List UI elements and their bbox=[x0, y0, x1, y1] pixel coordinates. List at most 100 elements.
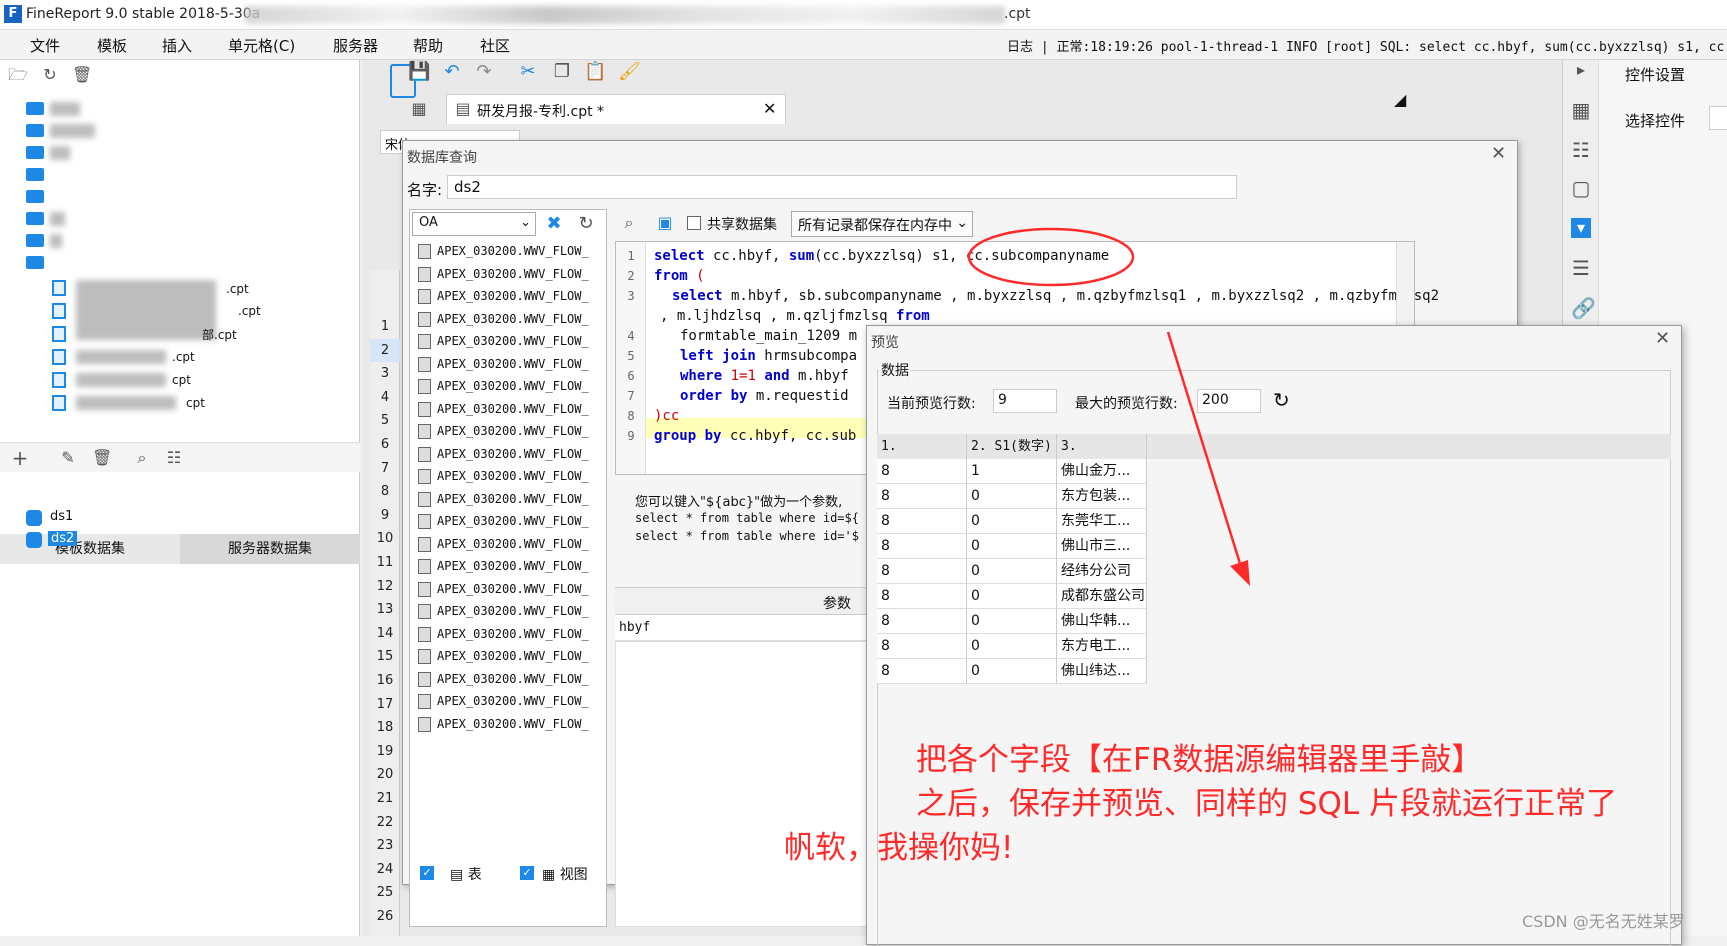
db-table-item[interactable]: APEX_030200.WWV_FLOW_ bbox=[418, 645, 604, 667]
add-dataset-icon[interactable]: + bbox=[10, 448, 30, 468]
row-number[interactable]: 5 bbox=[370, 409, 400, 432]
db-table-item[interactable]: APEX_030200.WWV_FLOW_ bbox=[418, 443, 604, 465]
row-number[interactable]: 26 bbox=[370, 905, 400, 928]
row-number[interactable]: 23 bbox=[370, 834, 400, 857]
dropdown-arrow-icon[interactable]: ◢ bbox=[1394, 90, 1406, 109]
folder-icon[interactable] bbox=[26, 190, 44, 203]
close-tab-icon[interactable]: ✕ bbox=[763, 99, 776, 118]
float-element-icon[interactable]: ▢ bbox=[1571, 178, 1591, 198]
menu-server[interactable]: 服务器 bbox=[333, 35, 378, 56]
file-icon[interactable] bbox=[52, 303, 66, 319]
tab-server-dataset[interactable]: 服务器数据集 bbox=[180, 534, 360, 564]
connection-select[interactable]: OA ⌄ bbox=[412, 212, 536, 236]
cut-icon[interactable]: ✂ bbox=[518, 62, 538, 82]
row-number[interactable]: 21 bbox=[370, 787, 400, 810]
share-checkbox[interactable] bbox=[687, 216, 701, 230]
menu-template[interactable]: 模板 bbox=[97, 35, 127, 56]
row-number[interactable]: 13 bbox=[370, 598, 400, 621]
db-table-item[interactable]: APEX_030200.WWV_FLOW_ bbox=[418, 375, 604, 397]
refresh-icon[interactable]: ↻ bbox=[40, 65, 60, 85]
menu-help[interactable]: 帮助 bbox=[413, 35, 443, 56]
preview-column-header[interactable]: 1. HBYF(... bbox=[877, 434, 967, 479]
tree-item[interactable]: .cpt bbox=[238, 304, 261, 318]
row-number[interactable]: 12 bbox=[370, 575, 400, 598]
preview-sql-icon[interactable]: ⌕ bbox=[619, 213, 639, 233]
row-number[interactable]: 10 bbox=[370, 527, 400, 550]
folder-icon[interactable] bbox=[26, 146, 44, 159]
folder-icon[interactable] bbox=[26, 102, 44, 115]
db-table-item[interactable]: APEX_030200.WWV_FLOW_ bbox=[418, 398, 604, 420]
delete-icon[interactable]: 🗑 bbox=[92, 448, 112, 468]
row-number[interactable]: 4 bbox=[370, 386, 400, 409]
delete-icon[interactable]: 🗑 bbox=[72, 65, 92, 85]
row-number[interactable]: 7 bbox=[370, 457, 400, 480]
file-icon[interactable] bbox=[52, 395, 66, 411]
row-number[interactable]: 3 bbox=[370, 362, 400, 385]
db-table-item[interactable]: APEX_030200.WWV_FLOW_ bbox=[418, 533, 604, 555]
row-number[interactable]: 11 bbox=[370, 551, 400, 574]
save-sql-icon[interactable]: ▣ bbox=[655, 213, 675, 233]
condition-icon[interactable]: ☰ bbox=[1571, 258, 1591, 278]
dataset-item[interactable]: ds1 bbox=[50, 509, 73, 524]
row-number[interactable]: 25 bbox=[370, 881, 400, 904]
memory-select[interactable]: 所有记录都保存在内存中 ⌄ bbox=[791, 211, 973, 237]
refresh-icon[interactable]: ↻ bbox=[1273, 388, 1290, 412]
db-table-item[interactable]: APEX_030200.WWV_FLOW_ bbox=[418, 330, 604, 352]
row-number[interactable]: 19 bbox=[370, 740, 400, 763]
row-number[interactable]: 15 bbox=[370, 645, 400, 668]
dataset-edit-icon[interactable]: ☷ bbox=[164, 448, 184, 468]
folder-icon[interactable] bbox=[26, 234, 44, 247]
db-table-item[interactable]: APEX_030200.WWV_FLOW_ bbox=[418, 555, 604, 577]
db-table-item[interactable]: APEX_030200.WWV_FLOW_ bbox=[418, 690, 604, 712]
preview-column-header[interactable]: 2. S1(数字) bbox=[967, 434, 1057, 459]
row-number[interactable]: 14 bbox=[370, 622, 400, 645]
row-number[interactable]: 17 bbox=[370, 693, 400, 716]
folder-icon[interactable] bbox=[26, 212, 44, 225]
row-number[interactable]: 16 bbox=[370, 669, 400, 692]
row-number[interactable]: 9 bbox=[370, 504, 400, 527]
cell-attr-icon[interactable]: ▦ bbox=[1571, 100, 1591, 120]
open-folder-icon[interactable]: 🗁 bbox=[8, 65, 28, 85]
menu-insert[interactable]: 插入 bbox=[162, 35, 192, 56]
db-table-item[interactable]: APEX_030200.WWV_FLOW_ bbox=[418, 600, 604, 622]
menu-community[interactable]: 社区 bbox=[480, 35, 510, 56]
db-table-item[interactable]: APEX_030200.WWV_FLOW_ bbox=[418, 488, 604, 510]
db-table-item[interactable]: APEX_030200.WWV_FLOW_ bbox=[418, 668, 604, 690]
row-number[interactable]: 18 bbox=[370, 716, 400, 739]
view-checkbox[interactable]: ✓ bbox=[520, 866, 534, 880]
widget-settings-icon[interactable]: ▾ bbox=[1571, 218, 1591, 238]
file-icon[interactable] bbox=[52, 372, 66, 388]
db-table-item[interactable]: APEX_030200.WWV_FLOW_ bbox=[418, 285, 604, 307]
current-rows-input[interactable]: 9 bbox=[993, 389, 1057, 413]
tree-item[interactable]: .cpt bbox=[226, 282, 249, 296]
copy-icon[interactable]: ❐ bbox=[552, 62, 572, 82]
hyperlink-icon[interactable]: 🔗 bbox=[1571, 298, 1596, 318]
redo-icon[interactable]: ↷ bbox=[474, 62, 494, 82]
undo-icon[interactable]: ↶ bbox=[442, 62, 462, 82]
tab-document[interactable]: ▦ ▤ 研发月报-专利.cpt * ✕ bbox=[411, 94, 786, 124]
preview-icon[interactable]: ⌕ bbox=[132, 448, 152, 468]
cell-element-icon[interactable]: ☷ bbox=[1571, 140, 1591, 160]
row-number[interactable]: 2 bbox=[370, 338, 400, 362]
table-checkbox[interactable]: ✓ bbox=[420, 866, 434, 880]
close-dialog-icon[interactable]: ✕ bbox=[1491, 143, 1506, 164]
row-number[interactable]: 22 bbox=[370, 811, 400, 834]
folder-icon[interactable] bbox=[26, 168, 44, 181]
preview-column-header[interactable]: 3. SUBCOM... bbox=[1057, 434, 1147, 479]
db-table-item[interactable]: APEX_030200.WWV_FLOW_ bbox=[418, 510, 604, 532]
file-icon[interactable] bbox=[52, 326, 66, 342]
save-icon[interactable]: 💾 bbox=[408, 62, 430, 82]
paste-icon[interactable]: 📋 bbox=[584, 62, 606, 82]
menu-cell[interactable]: 单元格(C) bbox=[228, 35, 295, 56]
db-table-item[interactable]: APEX_030200.WWV_FLOW_ bbox=[418, 263, 604, 285]
row-number[interactable]: 24 bbox=[370, 858, 400, 881]
file-icon[interactable] bbox=[52, 349, 66, 365]
close-preview-icon[interactable]: ✕ bbox=[1655, 328, 1670, 349]
row-number[interactable]: 8 bbox=[370, 480, 400, 503]
db-table-item[interactable]: APEX_030200.WWV_FLOW_ bbox=[418, 465, 604, 487]
edit-icon[interactable]: ✎ bbox=[58, 448, 78, 468]
refresh-icon[interactable]: ↻ bbox=[576, 214, 596, 234]
db-table-item[interactable]: APEX_030200.WWV_FLOW_ bbox=[418, 623, 604, 645]
tree-item[interactable]: cpt bbox=[186, 396, 205, 410]
name-input[interactable]: ds2 bbox=[447, 175, 1237, 199]
